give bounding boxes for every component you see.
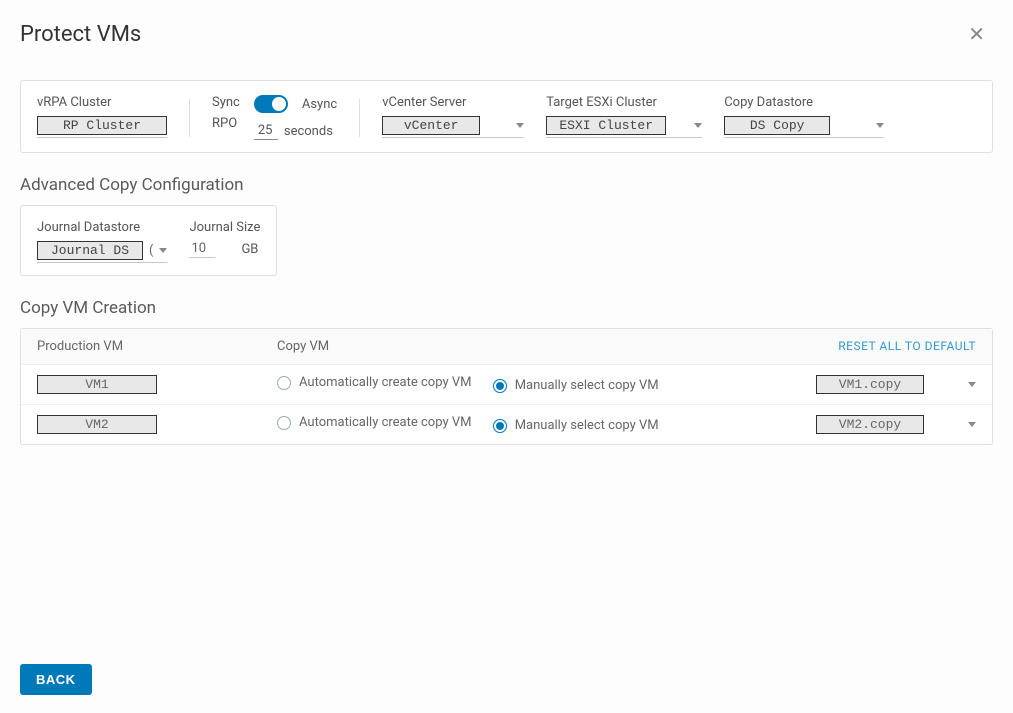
close-icon[interactable]: ✕	[960, 18, 993, 50]
chevron-down-icon	[694, 123, 702, 128]
divider	[359, 99, 360, 137]
rpo-label: RPO	[212, 116, 240, 131]
copy-vm-value: VM1.copy	[816, 375, 924, 394]
table-header: Production VM Copy VM RESET ALL TO DEFAU…	[21, 329, 992, 365]
rpo-mode-toggle[interactable]	[254, 95, 288, 113]
advanced-panel: Journal Datastore Journal DS ( Journal S…	[20, 205, 277, 276]
copy-vm-value: VM2.copy	[816, 415, 924, 434]
vrpa-cluster-field: vRPA Cluster RP Cluster	[37, 95, 167, 138]
copy-vm-table: Production VM Copy VM RESET ALL TO DEFAU…	[20, 328, 993, 445]
top-config-panel: vRPA Cluster RP Cluster Sync RPO Async 2…	[20, 80, 993, 153]
page-title: Protect VMs	[20, 22, 141, 47]
copy-datastore-field: Copy Datastore DS Copy	[724, 95, 884, 138]
target-cluster-field: Target ESXi Cluster ESXI Cluster	[546, 95, 702, 138]
journal-datastore-select[interactable]: Journal DS (	[37, 241, 167, 263]
header-production-vm: Production VM	[37, 339, 277, 354]
vrpa-cluster-label: vRPA Cluster	[37, 95, 167, 110]
table-row: VM2 Automatically create copy VM Manuall…	[21, 405, 992, 444]
journal-datastore-label: Journal Datastore	[37, 220, 167, 235]
radio-label-manual: Manually select copy VM	[515, 418, 659, 433]
vcenter-label: vCenter Server	[382, 95, 524, 110]
journal-size-unit: GB	[241, 242, 258, 257]
target-cluster-label: Target ESXi Cluster	[546, 95, 702, 110]
vrpa-cluster-value: RP Cluster	[37, 116, 167, 135]
rpo-unit: seconds	[284, 124, 333, 139]
chevron-down-icon	[968, 422, 976, 427]
target-cluster-select[interactable]: ESXI Cluster	[546, 116, 702, 138]
copy-datastore-value: DS Copy	[724, 116, 830, 135]
production-vm-value: VM2	[37, 415, 157, 434]
vcenter-select[interactable]: vCenter	[382, 116, 524, 138]
async-label: Async	[302, 97, 337, 112]
journal-datastore-value: Journal DS	[37, 241, 143, 260]
radio-label-auto: Automatically create copy VM	[299, 375, 471, 390]
rpo-value-input[interactable]: 25	[254, 123, 278, 140]
journal-size-input[interactable]: 10	[189, 241, 215, 258]
radio-icon	[493, 379, 507, 393]
sync-label: Sync	[212, 95, 240, 110]
radio-icon	[493, 419, 507, 433]
journal-datastore-field: Journal Datastore Journal DS (	[37, 220, 167, 263]
header-copy-vm: Copy VM	[277, 339, 756, 354]
radio-label-manual: Manually select copy VM	[515, 378, 659, 393]
chevron-down-icon	[876, 123, 884, 128]
chevron-down-icon	[516, 123, 524, 128]
radio-auto-create[interactable]: Automatically create copy VM	[277, 375, 471, 390]
chevron-down-icon	[159, 248, 167, 253]
copy-creation-title: Copy VM Creation	[20, 298, 993, 318]
journal-datastore-prefix: (	[149, 243, 153, 258]
back-button[interactable]: BACK	[20, 664, 92, 695]
rpo-group: Sync RPO Async 25 seconds	[212, 95, 337, 140]
radio-icon	[277, 416, 291, 430]
copy-vm-select[interactable]: VM1.copy	[816, 375, 976, 394]
table-row: VM1 Automatically create copy VM Manuall…	[21, 365, 992, 405]
radio-label-auto: Automatically create copy VM	[299, 415, 471, 430]
radio-manual-select[interactable]: Manually select copy VM	[493, 418, 659, 433]
divider	[189, 99, 190, 137]
vcenter-value: vCenter	[382, 116, 480, 135]
copy-datastore-label: Copy Datastore	[724, 95, 884, 110]
footer: BACK	[20, 664, 92, 695]
radio-icon	[277, 376, 291, 390]
production-vm-value: VM1	[37, 375, 157, 394]
target-cluster-value: ESXI Cluster	[546, 116, 666, 135]
reset-all-link[interactable]: RESET ALL TO DEFAULT	[838, 339, 976, 353]
vrpa-cluster-select[interactable]: RP Cluster	[37, 116, 167, 138]
copy-vm-select[interactable]: VM2.copy	[816, 415, 976, 434]
vcenter-field: vCenter Server vCenter	[382, 95, 524, 138]
radio-manual-select[interactable]: Manually select copy VM	[493, 378, 659, 393]
radio-auto-create[interactable]: Automatically create copy VM	[277, 415, 471, 430]
journal-size-field: Journal Size 10 GB	[189, 220, 260, 258]
copy-datastore-select[interactable]: DS Copy	[724, 116, 884, 138]
advanced-section-title: Advanced Copy Configuration	[20, 175, 993, 195]
journal-size-label: Journal Size	[189, 220, 260, 235]
chevron-down-icon	[968, 382, 976, 387]
